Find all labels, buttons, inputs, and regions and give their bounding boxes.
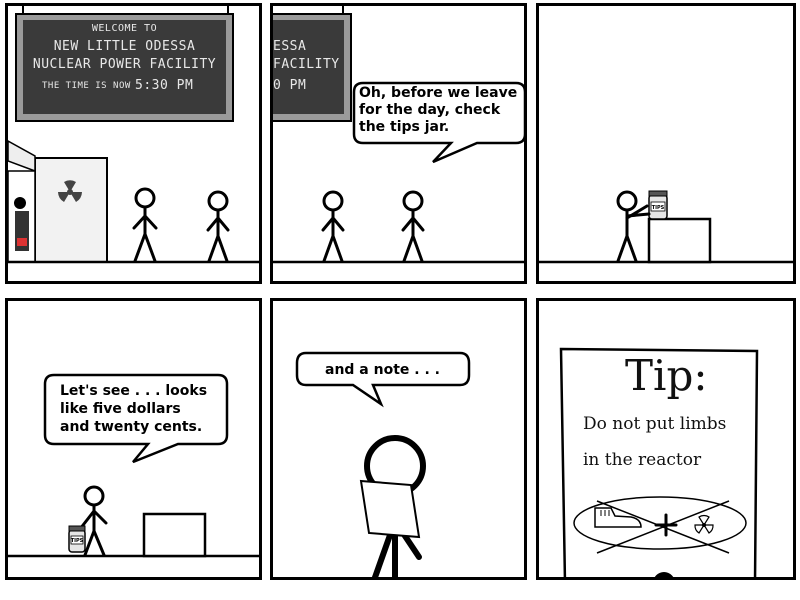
bubble-line-3: the tips jar. bbox=[359, 119, 450, 135]
panel-3-art: TIPS bbox=[539, 190, 793, 264]
panel-2-art bbox=[273, 6, 524, 264]
comic-panel-1: WELCOME TO NEW LITTLE ODESSA NUCLEAR POW… bbox=[5, 3, 262, 284]
note-line-1: Do not put limbs bbox=[583, 414, 727, 434]
stick-figure-1 bbox=[321, 190, 345, 263]
comic-panel-2: ESSA FACILITY 0 PM Oh, before we leave f… bbox=[270, 3, 527, 284]
comic-panel-6: Tip: Do not put limbs in the reactor bbox=[536, 298, 796, 580]
sign-line-2: NUCLEAR POWER FACILITY bbox=[32, 57, 217, 72]
bubble-line-2: for the day, check bbox=[359, 102, 501, 118]
panel-5-art bbox=[295, 351, 471, 577]
comic-panel-3: TIPS bbox=[536, 3, 796, 284]
bubble-line-2: like five dollars bbox=[60, 401, 181, 417]
reactor-building bbox=[34, 157, 108, 263]
note-paper bbox=[359, 479, 421, 539]
sign-time-value: 0 PM bbox=[273, 78, 307, 93]
stick-figure bbox=[616, 190, 651, 263]
sign-line-1: ESSA bbox=[273, 39, 307, 54]
desk bbox=[647, 217, 712, 264]
jar-label: TIPS bbox=[652, 205, 665, 211]
sign-welcome: WELCOME TO bbox=[91, 23, 158, 34]
bubble-line-1: Let's see . . . looks bbox=[60, 383, 208, 399]
comic-panel-5: and a note . . . bbox=[270, 298, 527, 580]
jar-label: TIPS bbox=[71, 538, 84, 544]
stick-figure-2 bbox=[401, 190, 425, 263]
tips-jar: TIPS bbox=[68, 525, 86, 553]
note-line-2: in the reactor bbox=[583, 450, 702, 470]
sign-line-1: NEW LITTLE ODESSA bbox=[53, 39, 196, 54]
sign-time-value: 5:30 PM bbox=[135, 78, 194, 93]
panel-4-art: TIPS bbox=[8, 373, 259, 558]
tips-jar: TIPS bbox=[648, 190, 668, 220]
stick-figure-2 bbox=[206, 190, 230, 263]
comic-panel-4: TIPS Let's see . . . looks like five dol… bbox=[5, 298, 262, 580]
sign-line-2: FACILITY bbox=[273, 57, 340, 72]
sign-time-label: THE TIME IS NOW bbox=[42, 81, 131, 91]
stick-figure-1 bbox=[132, 187, 158, 263]
note-title: Tip: bbox=[625, 351, 708, 400]
panel-6-art bbox=[559, 347, 759, 577]
bubble-line-3: and twenty cents. bbox=[60, 419, 203, 435]
bubble-line-1: and a note . . . bbox=[325, 362, 440, 378]
desk bbox=[142, 512, 207, 558]
bubble-line-1: Oh, before we leave bbox=[359, 85, 518, 101]
